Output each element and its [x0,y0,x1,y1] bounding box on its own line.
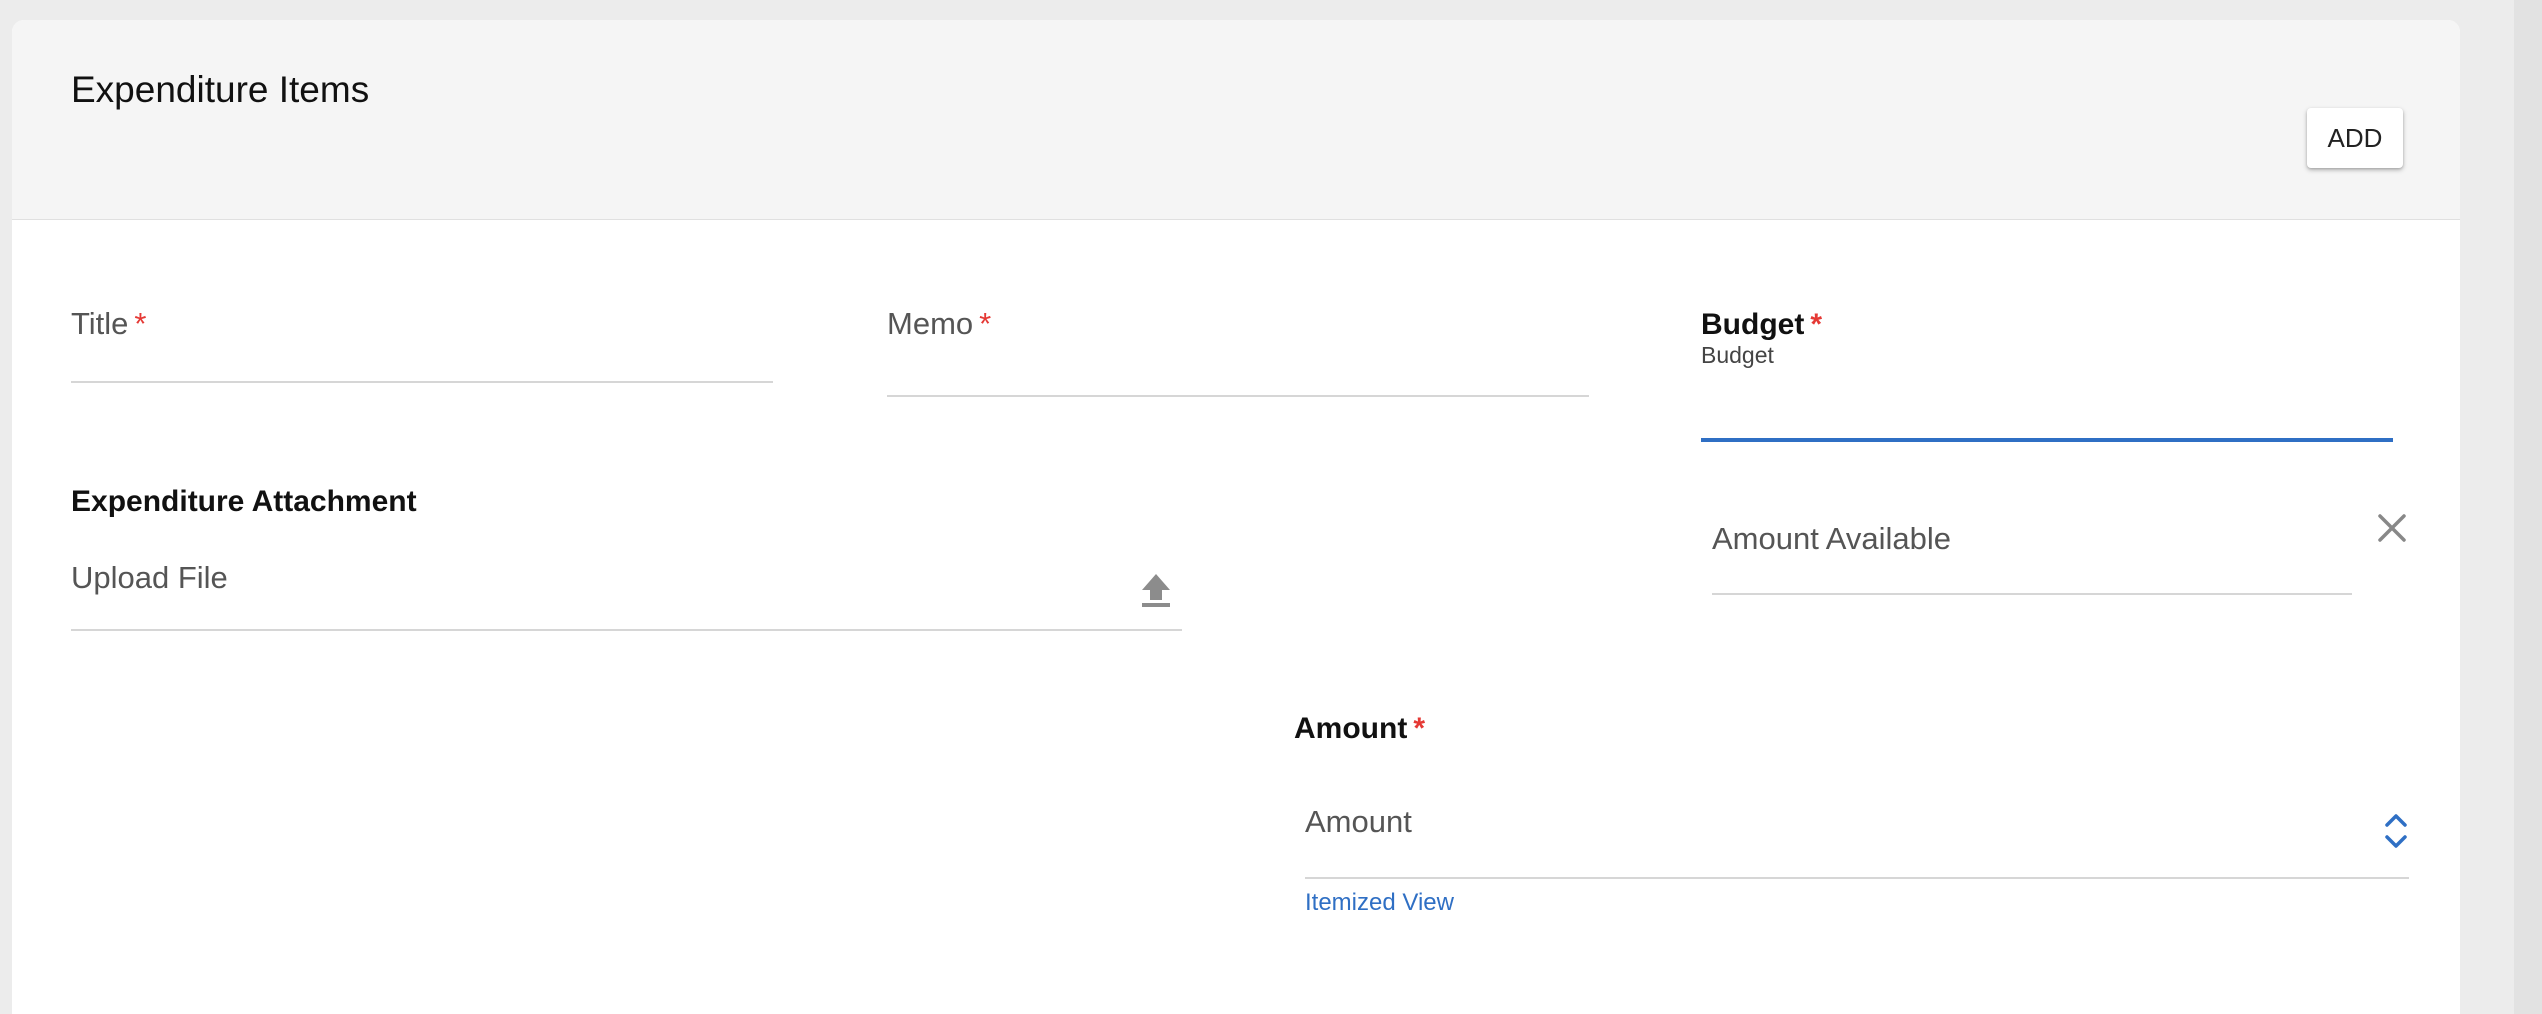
close-icon[interactable] [2377,513,2407,543]
memo-field[interactable]: Memo * [887,280,1589,398]
add-button[interactable]: ADD [2307,108,2403,168]
title-field-label: Title * [71,306,147,342]
page: Expenditure Items ADD Title * Memo * Budge… [0,0,2542,1014]
memo-required-mark: * [979,306,992,341]
memo-field-underline [887,395,1589,397]
upload-file-underline [71,629,1182,631]
amount-available-field[interactable]: Amount Available [1712,500,2352,596]
title-required-mark: * [134,306,147,341]
budget-label-text: Budget [1701,308,1805,341]
budget-field-underline [1701,438,2393,442]
budget-field-label: Budget * [1701,308,1822,342]
expenditure-items-card: Expenditure Items ADD Title * Memo * Budge… [12,20,2460,1014]
section-title: Expenditure Items [71,69,370,110]
amount-label: Amount * [1294,712,1425,746]
amount-label-text: Amount [1294,712,1408,745]
upload-file-placeholder: Upload File [71,560,228,595]
amount-placeholder: Amount [1305,804,1412,839]
amount-available-placeholder: Amount Available [1712,521,1951,556]
card-header: Expenditure Items ADD [12,20,2460,220]
attachment-label: Expenditure Attachment [71,485,417,518]
budget-field[interactable]: Budget * Budget [1701,290,2393,442]
upload-file-field[interactable]: Upload File [71,550,1182,632]
amount-underline [1305,877,2409,879]
title-field-underline [71,381,773,383]
title-field[interactable]: Title * [71,280,773,384]
budget-field-sublabel: Budget [1701,342,1774,368]
budget-required-mark: * [1810,308,1823,341]
amount-required-mark: * [1413,712,1425,745]
itemized-view-link[interactable]: Itemized View [1305,889,1454,917]
amount-available-underline [1712,593,2352,595]
memo-field-label: Memo * [887,306,991,342]
chevron-up-down-icon[interactable] [2383,811,2409,851]
title-label-text: Title [71,306,129,341]
amount-input[interactable]: Amount [1305,780,2409,880]
memo-label-text: Memo [887,306,974,341]
scrollbar[interactable] [2514,0,2542,1014]
upload-icon[interactable] [1140,572,1172,608]
